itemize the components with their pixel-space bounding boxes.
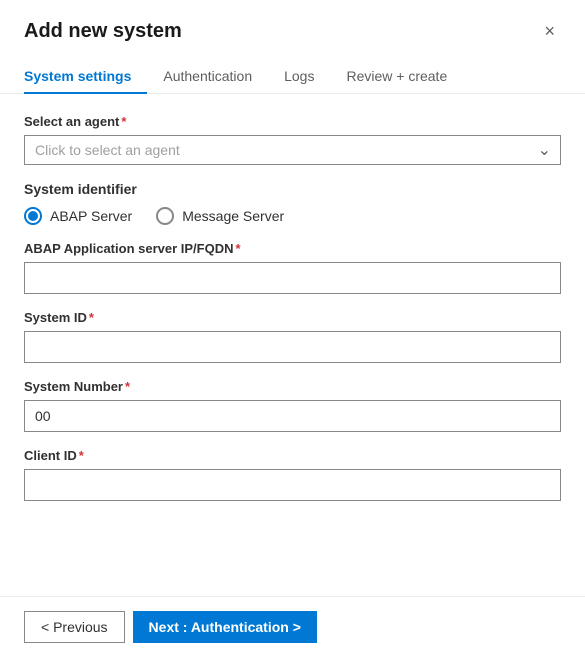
client-id-group: Client ID* (24, 448, 561, 501)
system-identifier-label: System identifier (24, 181, 561, 197)
system-number-group: System Number* (24, 379, 561, 432)
system-id-label: System ID* (24, 310, 561, 325)
radio-abap-indicator (24, 207, 42, 225)
tab-review-create[interactable]: Review + create (330, 60, 463, 94)
agent-select-wrapper: Click to select an agent ⌄ (24, 135, 561, 165)
agent-field-group: Select an agent* Click to select an agen… (24, 114, 561, 165)
tab-authentication[interactable]: Authentication (147, 60, 268, 94)
abap-ip-group: ABAP Application server IP/FQDN* (24, 241, 561, 294)
next-button[interactable]: Next : Authentication > (133, 611, 317, 643)
system-id-required-star: * (89, 310, 94, 325)
system-identifier-group: System identifier ABAP Server Message Se… (24, 181, 561, 225)
tabs-container: System settings Authentication Logs Revi… (0, 59, 585, 94)
previous-button[interactable]: < Previous (24, 611, 125, 643)
system-number-label: System Number* (24, 379, 561, 394)
system-number-input[interactable] (24, 400, 561, 432)
abap-ip-input[interactable] (24, 262, 561, 294)
agent-label: Select an agent* (24, 114, 561, 129)
dialog-footer: < Previous Next : Authentication > (0, 596, 585, 657)
agent-required-star: * (121, 114, 126, 129)
client-id-label: Client ID* (24, 448, 561, 463)
radio-group: ABAP Server Message Server (24, 207, 561, 225)
abap-ip-label: ABAP Application server IP/FQDN* (24, 241, 561, 256)
tab-system-settings[interactable]: System settings (24, 60, 147, 94)
system-id-group: System ID* (24, 310, 561, 363)
agent-select[interactable]: Click to select an agent (24, 135, 561, 165)
add-new-system-dialog: Add new system × System settings Authent… (0, 0, 585, 657)
client-id-required-star: * (79, 448, 84, 463)
radio-message-server[interactable]: Message Server (156, 207, 284, 225)
system-number-required-star: * (125, 379, 130, 394)
tab-logs[interactable]: Logs (268, 60, 330, 94)
abap-ip-required-star: * (236, 241, 241, 256)
dialog-body: Select an agent* Click to select an agen… (0, 94, 585, 596)
dialog-title: Add new system (24, 20, 182, 43)
radio-message-indicator (156, 207, 174, 225)
system-id-input[interactable] (24, 331, 561, 363)
close-button[interactable]: × (538, 20, 561, 42)
dialog-header: Add new system × (0, 0, 585, 43)
client-id-input[interactable] (24, 469, 561, 501)
radio-abap-server[interactable]: ABAP Server (24, 207, 132, 225)
